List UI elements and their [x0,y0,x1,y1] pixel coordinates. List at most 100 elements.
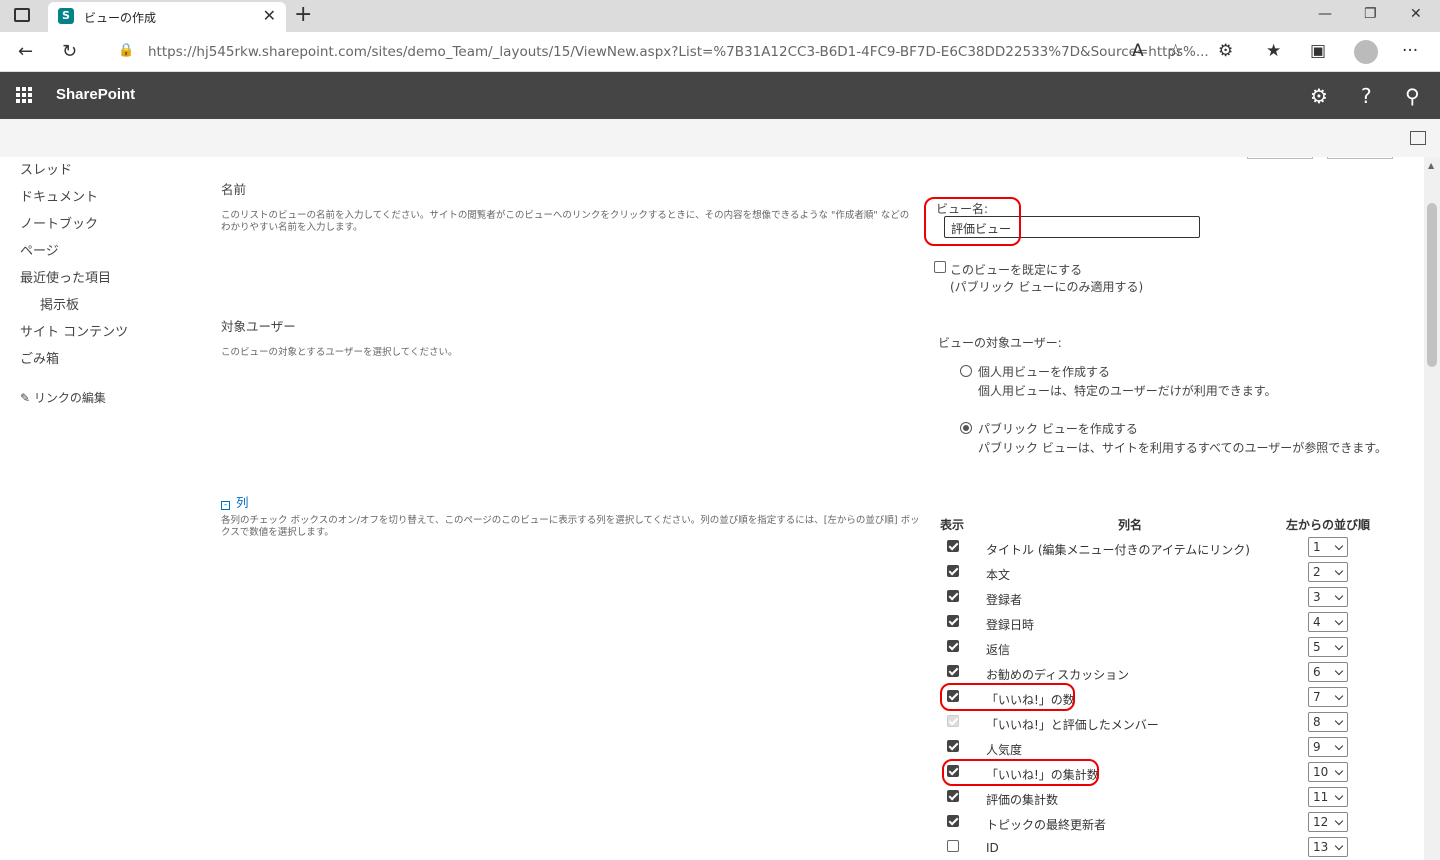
column-show-checkbox[interactable] [947,565,959,577]
columns-section-desc: 各列のチェック ボックスのオン/オフを切り替えて、このページのこのビューに表示す… [221,515,920,538]
column-show-checkbox [947,715,959,727]
column-order-select[interactable]: 11 [1308,787,1348,807]
column-order-select[interactable]: 13 [1308,837,1348,857]
default-view-checkbox[interactable] [934,261,946,273]
nav-item-threads[interactable]: スレッド [20,157,200,184]
default-view-note: (パブリック ビューにのみ適用する) [950,280,1144,294]
columns-section-title[interactable]: -列 [221,492,249,511]
more-icon[interactable]: ··· [1402,41,1418,61]
browser-tab[interactable]: S ビューの作成 ✕ [48,2,286,32]
column-order-select[interactable]: 9 [1308,737,1348,757]
audience-section-desc: このビューの対象とするユーザーを選択してください。 [221,347,458,358]
minimize-icon[interactable]: — [1318,6,1332,22]
collapse-icon[interactable]: - [221,501,230,510]
add-favorite-icon[interactable]: ☆ [1168,41,1183,61]
column-order-select[interactable]: 10 [1308,762,1348,782]
column-order-select[interactable]: 6 [1308,662,1348,682]
lock-icon[interactable]: 🔒 [118,43,134,58]
scroll-thumb[interactable] [1427,203,1437,367]
column-show-checkbox[interactable] [947,840,959,852]
column-order-select[interactable]: 3 [1308,587,1348,607]
account-icon[interactable]: ⚲ [1405,84,1420,108]
ribbon-bar [0,119,1440,157]
nav-item-board[interactable]: 掲示板 [20,292,200,319]
public-view-desc: パブリック ビューは、サイトを利用するすべてのユーザーが参照できます。 [978,441,1388,455]
url-text: https://hj545rkw.sharepoint.com/sites/de… [148,44,1209,60]
column-show-checkbox[interactable] [947,740,959,752]
nav-item-recycle-bin[interactable]: ごみ箱 [20,346,200,373]
top-button-1[interactable] [1247,157,1313,159]
vertical-scrollbar[interactable]: ▲ [1424,157,1440,860]
nav-item-pages[interactable]: ページ [20,238,200,265]
sharepoint-favicon-icon: S [58,8,74,24]
url-field[interactable]: 🔒 https://hj545rkw.sharepoint.com/sites/… [100,36,1209,68]
brand-label[interactable]: SharePoint [56,86,135,103]
highlight-view-name [924,197,1021,246]
back-icon[interactable]: ← [18,41,33,62]
personal-view-radio[interactable] [960,365,972,377]
column-order-select[interactable]: 5 [1308,637,1348,657]
audience-label: ビューの対象ユーザー: [938,336,1062,350]
column-name: ID [986,841,999,855]
column-show-checkbox[interactable] [947,540,959,552]
column-name: タイトル (編集メニュー付きのアイテムにリンク) [986,543,1250,557]
help-icon[interactable]: ? [1361,84,1372,108]
column-name: 登録者 [986,593,1023,607]
audience-section-title: 対象ユーザー [221,319,296,334]
column-name: 本文 [986,568,1011,582]
column-row: 本文 2 [940,562,1360,587]
favorites-icon[interactable]: ★ [1266,41,1281,61]
column-show-checkbox[interactable] [947,790,959,802]
column-name: 「いいね!」と評価したメンバー [986,718,1159,732]
name-section-desc: このリストのビューの名前を入力してください。サイトの閲覧者がこのビューへのリンク… [221,210,910,233]
column-order-select[interactable]: 12 [1308,812,1348,832]
refresh-icon[interactable]: ↻ [62,41,77,62]
column-show-checkbox[interactable] [947,590,959,602]
tab-close-icon[interactable]: ✕ [263,6,276,25]
edit-links[interactable]: ✎ リンクの編集 [20,385,200,412]
tab-actions-icon[interactable] [14,8,30,22]
top-button-2[interactable] [1327,157,1393,159]
column-order-select[interactable]: 8 [1308,712,1348,732]
nav-item-site-contents[interactable]: サイト コンテンツ [20,319,200,346]
new-tab-icon[interactable]: + [294,2,312,27]
column-name: 人気度 [986,743,1023,757]
column-order-select[interactable]: 2 [1308,562,1348,582]
nav-item-recent[interactable]: 最近使った項目 [20,265,200,292]
nav-item-notebook[interactable]: ノートブック [20,211,200,238]
default-view-label: このビューを既定にする [950,263,1083,277]
col-header-order: 左からの並び順 [1286,518,1371,532]
settings-gear-icon[interactable]: ⚙ [1310,84,1328,108]
nav-item-documents[interactable]: ドキュメント [20,184,200,211]
column-order-select[interactable]: 7 [1308,687,1348,707]
sharepoint-suite-bar: SharePoint ⚙ ? ⚲ [0,72,1440,119]
restore-icon[interactable]: ❐ [1364,6,1377,22]
scroll-up-icon[interactable]: ▲ [1428,161,1434,170]
column-name: お勧めのディスカッション [986,668,1130,682]
public-view-radio[interactable] [960,422,972,434]
edit-links-label: リンクの編集 [33,391,106,405]
app-launcher-icon[interactable] [16,87,32,103]
collections-icon[interactable]: ▣ [1310,41,1326,61]
focus-mode-icon[interactable] [1410,131,1426,145]
highlight-likes-count [940,683,1075,711]
column-order-select[interactable]: 4 [1308,612,1348,632]
read-aloud-icon[interactable]: A [1132,41,1144,61]
personal-view-label: 個人用ビューを作成する [978,365,1111,379]
column-show-checkbox[interactable] [947,665,959,677]
column-row: ID 13 [940,837,1360,860]
address-bar: ← ↻ 🔒 https://hj545rkw.sharepoint.com/si… [0,32,1440,72]
column-show-checkbox[interactable] [947,815,959,827]
main-content: スレッド ドキュメント ノートブック ページ 最近使った項目 掲示板 サイト コ… [0,157,1424,860]
column-order-select[interactable]: 1 [1308,537,1348,557]
extensions-icon[interactable]: ⚙ [1218,41,1233,61]
column-show-checkbox[interactable] [947,615,959,627]
url-host: https://hj545rkw.sharepoint.com [148,44,367,60]
columns-title-label: 列 [236,495,249,510]
column-row: トピックの最終更新者 12 [940,812,1360,837]
profile-avatar[interactable] [1354,40,1378,64]
quick-launch-nav: スレッド ドキュメント ノートブック ページ 最近使った項目 掲示板 サイト コ… [20,157,200,412]
column-name: 返信 [986,643,1011,657]
column-show-checkbox[interactable] [947,640,959,652]
window-close-icon[interactable]: ✕ [1410,6,1422,22]
